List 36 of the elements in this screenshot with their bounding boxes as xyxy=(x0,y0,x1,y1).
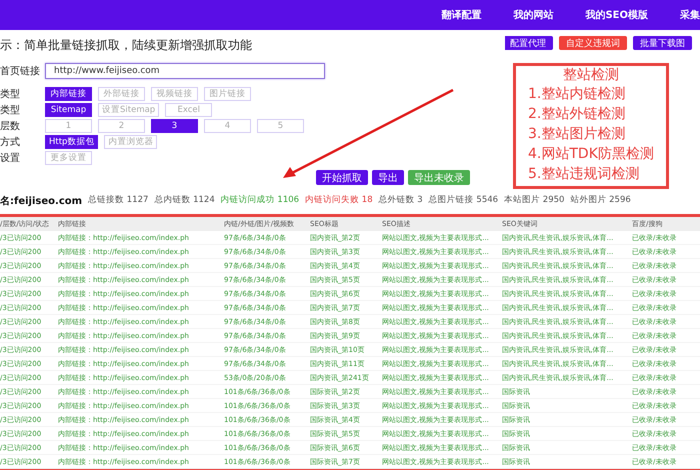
option-button[interactable]: 内部链接 xyxy=(45,87,92,101)
nav-link[interactable]: 我的网站 xyxy=(513,8,554,22)
nav-link[interactable]: 翻译配置 xyxy=(441,8,482,22)
stat-text: 总链接数 1127 xyxy=(88,194,148,207)
option-button[interactable]: 3 xyxy=(151,119,198,133)
field-label: 设置 xyxy=(0,153,20,164)
nav-link[interactable]: 我的SEO模版 xyxy=(585,8,648,22)
nav-link[interactable]: 采集 xyxy=(680,8,700,22)
action-button[interactable]: 导出 xyxy=(372,170,404,185)
option-button[interactable]: Sitemap xyxy=(45,103,92,117)
callout-title: 整站检测 xyxy=(563,67,619,84)
field-label: 类型 xyxy=(0,105,20,116)
field-label: 类型 xyxy=(0,89,20,100)
field-label: 层数 xyxy=(0,121,20,132)
callout-item: 4.网站TDK防黑检测 xyxy=(528,145,654,164)
stat-text: 本站图片 2950 xyxy=(504,194,564,207)
callout-item: 2.整站外链检测 xyxy=(528,105,626,124)
field-label: 方式 xyxy=(0,137,20,148)
stat-text: 名:feijiseo.com xyxy=(0,194,82,208)
toolbar-button[interactable]: 批量下载图 xyxy=(633,36,692,50)
stat-text: 站外图片 2596 xyxy=(570,194,631,207)
toolbar-button[interactable]: 自定义违规词 xyxy=(559,36,627,50)
callout-item: 5.整站违规词检测 xyxy=(528,165,640,184)
option-button[interactable]: Http数据包 xyxy=(45,135,98,149)
notice-text: 示：简单批量链接抓取，陆续更新增强抓取功能 xyxy=(0,37,253,54)
callout-item: 1.整站内链检测 xyxy=(528,85,626,104)
stat-text: 总图片链接 5546 xyxy=(428,194,498,207)
stat-text: 内链访问成功 1106 xyxy=(220,194,300,207)
url-field[interactable]: http://www.feijiseo.com xyxy=(45,63,325,79)
toolbar-button[interactable]: 配置代理 xyxy=(505,36,553,50)
field-label: 首页链接 xyxy=(0,66,40,77)
stat-text: 总外链数 3 xyxy=(378,194,423,207)
stat-text: 总内链数 1124 xyxy=(154,194,215,207)
action-button[interactable]: 开始抓取 xyxy=(316,170,368,185)
stat-text: 内链访问失败 18 xyxy=(305,194,373,207)
callout-item: 3.整站图片检测 xyxy=(528,125,626,144)
